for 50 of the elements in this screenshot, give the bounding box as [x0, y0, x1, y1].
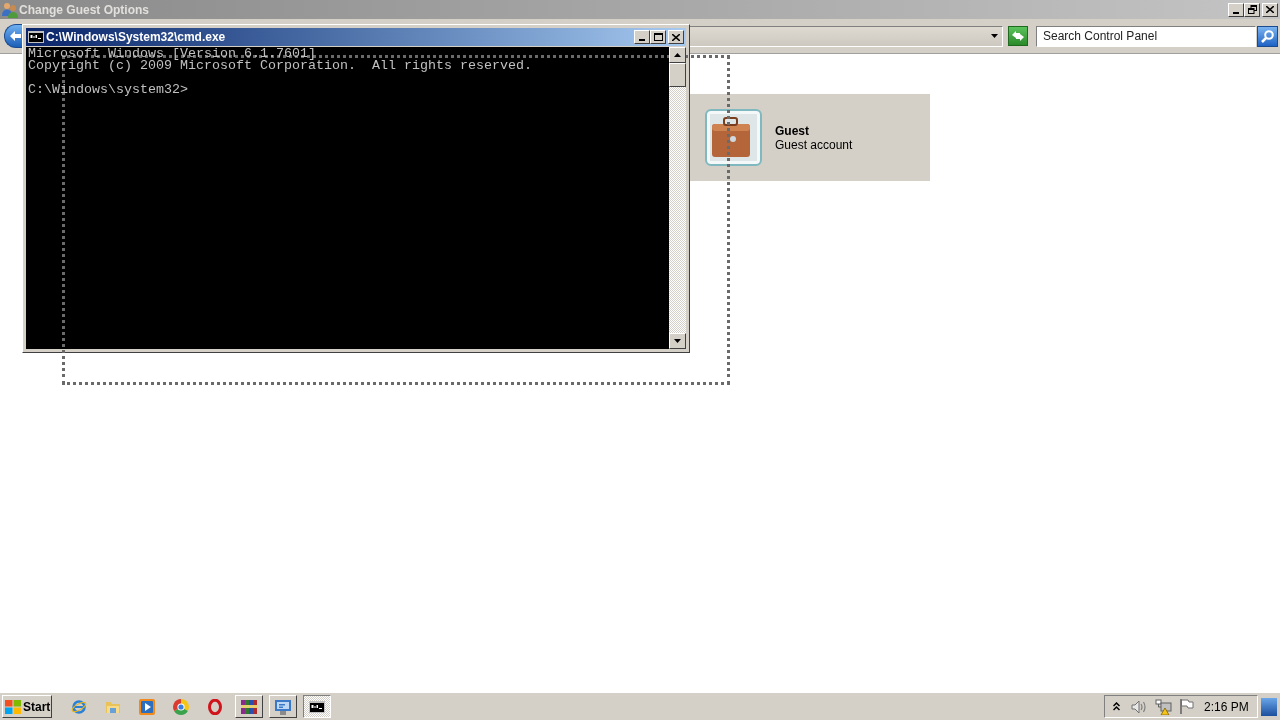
address-bar[interactable]: [690, 25, 1003, 47]
taskbar-app-button[interactable]: [303, 695, 331, 718]
dropdown-caret-icon: [991, 34, 998, 38]
windows-flag-icon: [5, 699, 21, 714]
e-logo-icon: [71, 698, 87, 715]
close-button[interactable]: [1262, 2, 1278, 17]
circle-logo-icon: [173, 698, 189, 715]
ring-icon: [208, 698, 222, 715]
command-prompt: C:\Windows\system32>: [28, 84, 188, 96]
maximize-button[interactable]: [650, 30, 666, 44]
books-icon: [241, 698, 257, 715]
network-warning-icon[interactable]: [1155, 698, 1172, 715]
monitor-icon: [275, 698, 291, 715]
refresh-button[interactable]: [1008, 26, 1028, 46]
speaker-icon[interactable]: [1131, 699, 1147, 714]
search-field[interactable]: Search Control Panel: [1036, 25, 1256, 47]
scroll-up-button[interactable]: [669, 47, 686, 63]
restore-icon: [1247, 5, 1257, 14]
account-name: Guest: [775, 123, 810, 138]
minimize-button[interactable]: [634, 30, 650, 44]
console-line: Microsoft Windows [Version 6.1.7601]: [28, 48, 316, 60]
window-title: Change Guest Options: [19, 1, 149, 19]
search-button[interactable]: [1257, 25, 1278, 47]
close-button[interactable]: [668, 30, 684, 44]
suitcase-icon: [705, 109, 762, 166]
console-title: C:\Windows\System32\cmd.exe: [46, 29, 226, 46]
account-type: Guest account: [775, 137, 853, 152]
clock: 2:16 PM: [1204, 698, 1249, 716]
minimize-button[interactable]: [1228, 2, 1244, 17]
maximize-icon: [653, 33, 663, 41]
console-icon: [28, 31, 44, 43]
caret-down-icon: [674, 339, 681, 343]
scrollbar-thumb[interactable]: [669, 63, 686, 87]
minimize-icon: [639, 39, 645, 41]
show-desktop-button[interactable]: [1260, 696, 1278, 717]
console-line: Copyright (c) 2009 Microsoft Corporation. All rights reserved.: [28, 60, 532, 72]
scroll-down-button[interactable]: [669, 333, 686, 349]
search-icon: [1261, 29, 1274, 43]
play-icon: [139, 698, 155, 715]
minimize-icon: [1233, 11, 1239, 14]
refresh-icon: [1011, 30, 1025, 42]
console-icon: [309, 700, 325, 713]
flag-icon[interactable]: [1180, 699, 1194, 714]
chevron-up-icon[interactable]: [1113, 702, 1120, 711]
back-button[interactable]: [4, 24, 22, 48]
restore-button[interactable]: [1244, 2, 1260, 17]
start-button[interactable]: Start: [2, 695, 52, 718]
close-icon: [672, 33, 680, 41]
close-icon: [1266, 6, 1274, 13]
users-icon: [2, 1, 18, 18]
